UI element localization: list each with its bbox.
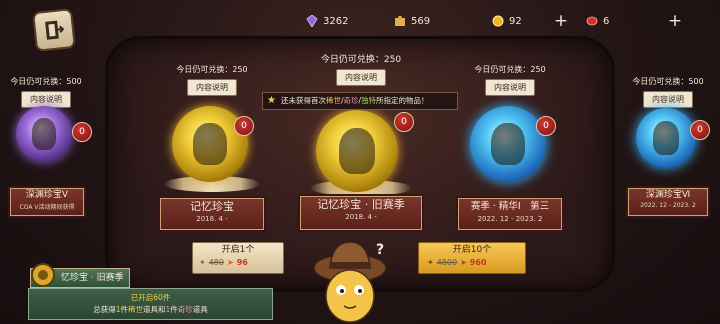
treasure-name: 深渊珍宝V bbox=[25, 190, 69, 200]
currency-value: 3262 bbox=[323, 15, 349, 27]
requirement-tooltip: ★ 还未获得首次稀世/奇珍/独特所指定的物品！ bbox=[262, 92, 458, 110]
treasure-date: 2022. 12 - 2023. 2 bbox=[477, 215, 543, 223]
treasure-name: 深渊珍宝Ⅵ bbox=[645, 190, 691, 200]
tooltip-tag-exotic: 奇珍 bbox=[343, 96, 359, 105]
currency-value: 6 bbox=[603, 15, 610, 27]
fire-icon: ➤ bbox=[460, 258, 467, 267]
treasure-plaque: 深渊珍宝V COA Ⅴ活动期间获得 bbox=[10, 188, 84, 216]
exit-button[interactable] bbox=[32, 8, 76, 52]
clue-icon: ✦ bbox=[427, 258, 434, 267]
treasure-name: 记忆珍宝 · 旧赛季 bbox=[317, 198, 405, 211]
treasure-date: 2018. 4 - bbox=[345, 213, 377, 221]
exit-door-icon bbox=[45, 20, 65, 40]
open-one-button[interactable]: 开启1个 ✦ 480 ➤ 96 bbox=[192, 242, 284, 274]
summary-text: 件 bbox=[120, 305, 129, 314]
add-red-button[interactable]: + bbox=[666, 12, 684, 30]
new-cost: 960 bbox=[469, 258, 487, 267]
count-badge: 0 bbox=[536, 116, 556, 136]
summary-text: 总获得 bbox=[93, 305, 116, 314]
treasure-plaque: 赛季 · 精华Ⅰ 第三 2022. 12 - 2023. 2 bbox=[458, 198, 562, 230]
treasure-card-far-left[interactable]: 今日仍可兑换：500 内容说明 0 深渊珍宝V COA Ⅴ活动期间获得 bbox=[6, 76, 92, 216]
currency-echo: 92 bbox=[486, 10, 552, 32]
puzzle-piece-icon bbox=[395, 16, 405, 26]
count-badge: 0 bbox=[394, 112, 414, 132]
opened-count: 已开启60件 bbox=[130, 293, 171, 302]
detective-mascot-icon: ? bbox=[313, 241, 387, 323]
description-button[interactable]: 内容说明 bbox=[336, 69, 386, 86]
currency-value: 569 bbox=[411, 15, 431, 27]
treasure-orb bbox=[636, 108, 696, 168]
count-badge: 0 bbox=[72, 122, 92, 142]
remain-label: 今日仍可兑换：250 bbox=[176, 65, 248, 74]
count-badge: 0 bbox=[690, 120, 710, 140]
fire-icon: ➤ bbox=[226, 258, 234, 267]
gold-coin-icon bbox=[492, 15, 504, 27]
treasure-card-far-right[interactable]: 今日仍可兑换：500 内容说明 0 深渊珍宝Ⅵ 2022. 12 - 2023.… bbox=[626, 76, 710, 216]
count-badge: 0 bbox=[234, 116, 254, 136]
tooltip-tag-unique: 独特 bbox=[361, 96, 377, 105]
currency-purple: 3262 bbox=[300, 10, 388, 32]
clue-icon: ✦ bbox=[199, 258, 206, 267]
tooltip-text: 还未获得首次 bbox=[281, 96, 326, 105]
treasure-orb bbox=[316, 110, 398, 192]
open-ten-cost: ✦ 4800 ➤ 960 bbox=[427, 258, 486, 267]
treasure-plaque: 深渊珍宝Ⅵ 2022. 12 - 2023. 2 bbox=[628, 188, 708, 216]
treasure-plaque: 记忆珍宝 · 旧赛季 2018. 4 - bbox=[300, 196, 422, 230]
purple-gem-icon bbox=[306, 15, 318, 27]
treasure-card-left[interactable]: 今日仍可兑换：250 内容说明 0 记忆珍宝 2018. 4 - bbox=[158, 64, 266, 230]
description-button[interactable]: 内容说明 bbox=[485, 79, 535, 96]
tooltip-tag-rare: 稀世 bbox=[326, 96, 341, 105]
svg-text:?: ? bbox=[376, 242, 384, 258]
old-cost: 480 bbox=[208, 258, 224, 267]
summary-text: 道具 bbox=[192, 305, 208, 314]
remain-label: 今日仍可兑换：250 bbox=[320, 55, 402, 65]
description-button[interactable]: 内容说明 bbox=[187, 79, 237, 96]
open-one-label: 开启1个 bbox=[221, 245, 255, 255]
red-gem-icon bbox=[586, 16, 598, 26]
open-one-cost: ✦ 480 ➤ 96 bbox=[199, 258, 248, 267]
obtained-summary: 总获得1件稀世道具和1件奇珍道具 bbox=[29, 304, 272, 316]
info-summary-box: 已开启60件 总获得1件稀世道具和1件奇珍道具 bbox=[28, 288, 273, 320]
treasure-card-center[interactable]: 今日仍可兑换：250 内容说明 0 记忆珍宝 · 旧赛季 2018. 4 - bbox=[300, 52, 422, 232]
info-title: 忆珍宝 · 旧赛季 bbox=[61, 273, 124, 283]
treasure-plaque: 记忆珍宝 2018. 4 - bbox=[160, 198, 264, 230]
treasure-medal-icon bbox=[31, 263, 55, 287]
currency-red: 6 bbox=[580, 10, 666, 32]
tooltip-text: 所指定的物品！ bbox=[376, 96, 429, 105]
treasure-date: 2022. 12 - 2023. 2 bbox=[640, 202, 696, 209]
treasure-orb bbox=[16, 106, 72, 162]
currency-value: 92 bbox=[509, 15, 522, 27]
rare-tag: 稀世 bbox=[128, 305, 143, 314]
old-cost: 4800 bbox=[436, 258, 458, 267]
exotic-tag: 奇珍 bbox=[177, 305, 193, 314]
add-echo-button[interactable]: + bbox=[552, 12, 570, 30]
remain-label: 今日仍可兑换：500 bbox=[632, 77, 704, 86]
treasure-name: 记忆珍宝 bbox=[190, 200, 234, 213]
treasure-orb bbox=[470, 106, 546, 182]
summary-text: 道具和 bbox=[143, 305, 166, 314]
currency-clue: 569 bbox=[388, 10, 486, 32]
open-ten-label: 开启10个 bbox=[452, 245, 492, 255]
treasure-date: COA Ⅴ活动期间获得 bbox=[19, 204, 75, 211]
currency-bar: 3262 569 92 + 6 + bbox=[300, 10, 710, 32]
star-icon: ★ bbox=[267, 95, 276, 106]
open-ten-button[interactable]: 开启10个 ✦ 4800 ➤ 960 bbox=[418, 242, 526, 274]
treasure-card-right[interactable]: 今日仍可兑换：250 内容说明 0 赛季 · 精华Ⅰ 第三 2022. 12 -… bbox=[454, 64, 566, 230]
new-cost: 96 bbox=[236, 258, 248, 267]
remain-label: 今日仍可兑换：500 bbox=[10, 77, 82, 86]
treasure-name: 赛季 · 精华Ⅰ 第三 bbox=[470, 201, 550, 212]
description-button[interactable]: 内容说明 bbox=[643, 91, 693, 108]
summary-text: 件 bbox=[170, 305, 178, 314]
treasure-date: 2018. 4 - bbox=[196, 215, 228, 223]
remain-label: 今日仍可兑换：250 bbox=[474, 65, 546, 74]
